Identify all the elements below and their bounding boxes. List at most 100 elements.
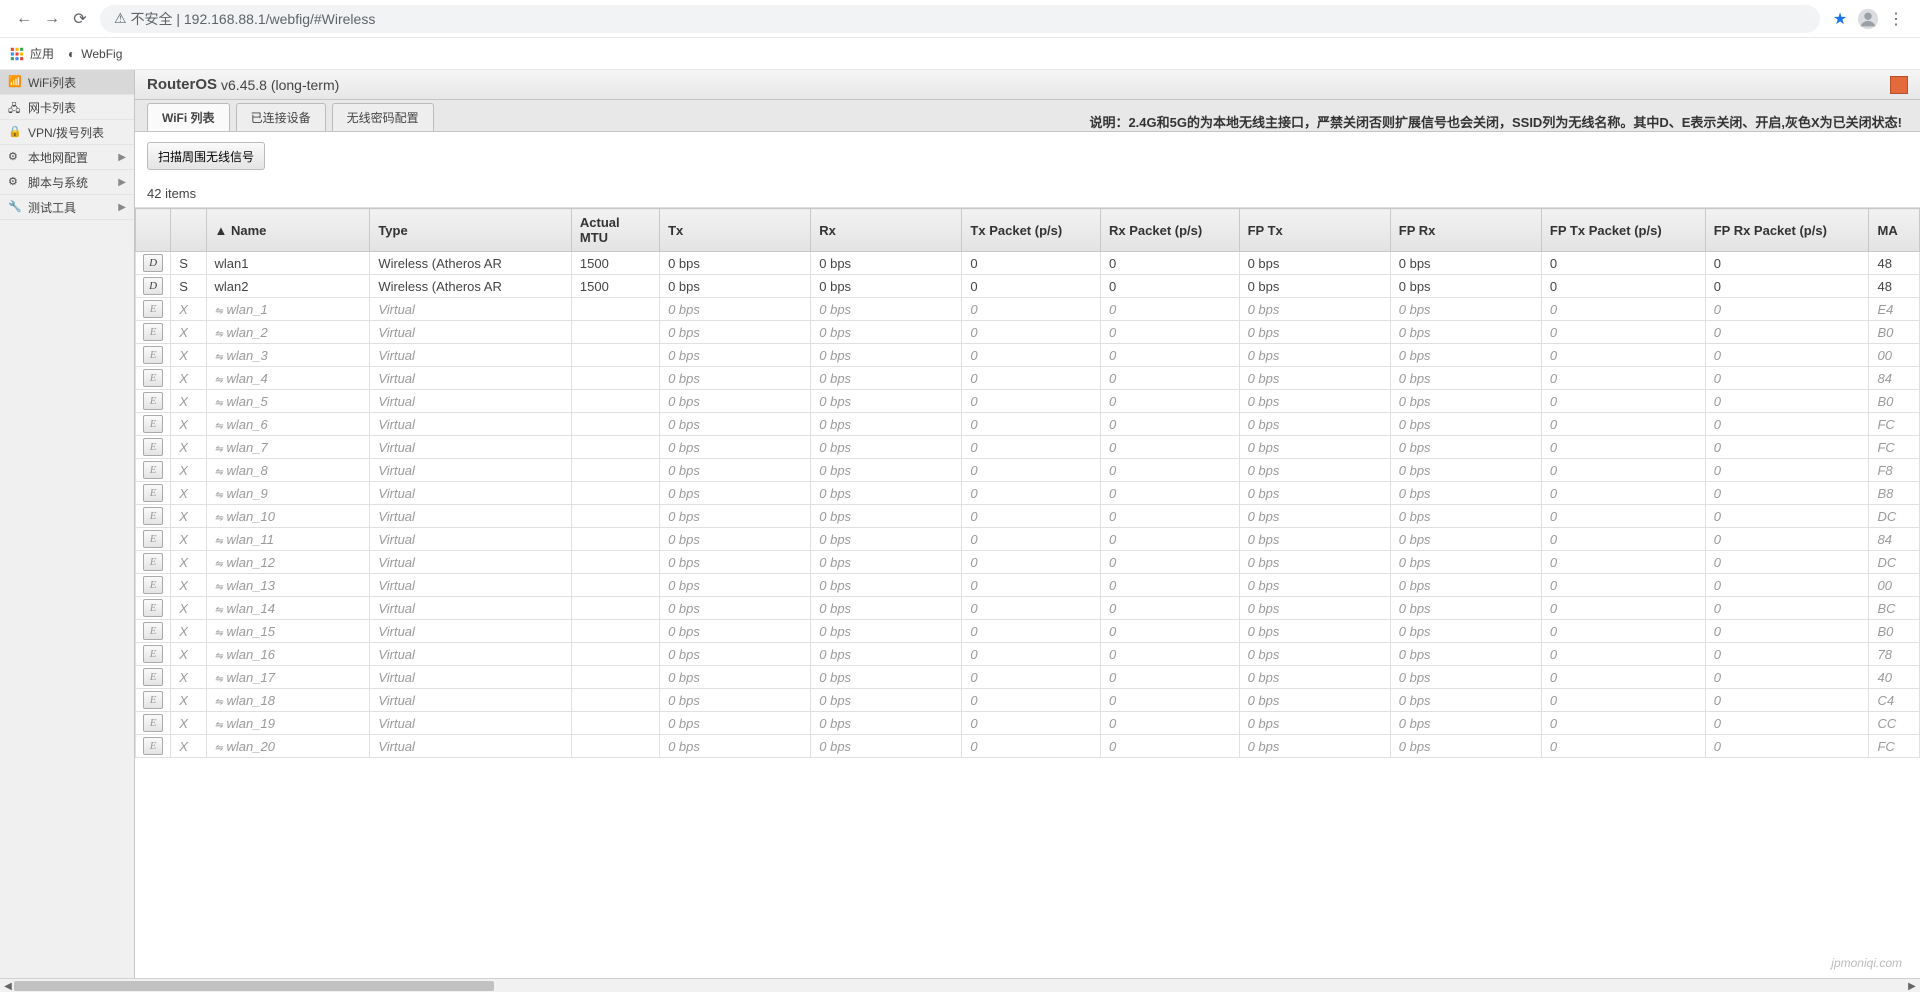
cell-ma: B0 <box>1869 620 1920 643</box>
table-row[interactable]: EX⇋ wlan_2Virtual0 bps0 bps000 bps0 bps0… <box>136 321 1920 344</box>
profile-icon[interactable] <box>1854 5 1882 33</box>
scroll-left-icon[interactable]: ◀ <box>2 980 14 992</box>
table-row[interactable]: EX⇋ wlan_4Virtual0 bps0 bps000 bps0 bps0… <box>136 367 1920 390</box>
sidebar-item-0[interactable]: 📶WiFi列表 <box>0 70 134 95</box>
col-header-3[interactable]: Type <box>370 209 572 252</box>
interface-table[interactable]: ▲ NameTypeActual MTUTxRxTx Packet (p/s)R… <box>135 208 1920 978</box>
table-row[interactable]: DSwlan1Wireless (Atheros AR15000 bps0 bp… <box>136 252 1920 275</box>
row-toggle-button[interactable]: E <box>143 507 163 525</box>
sidebar-icon: ⚙ <box>8 150 22 164</box>
reload-icon[interactable]: ⟳ <box>66 5 94 33</box>
star-icon[interactable]: ★ <box>1826 5 1854 33</box>
row-toggle-button[interactable]: E <box>143 369 163 387</box>
cell-mtu: 1500 <box>571 252 659 275</box>
table-row[interactable]: EX⇋ wlan_11Virtual0 bps0 bps000 bps0 bps… <box>136 528 1920 551</box>
cell-fprx: 0 bps <box>1390 551 1541 574</box>
col-header-2[interactable]: ▲ Name <box>206 209 370 252</box>
row-toggle-button[interactable]: E <box>143 645 163 663</box>
table-row[interactable]: DSwlan2Wireless (Atheros AR15000 bps0 bp… <box>136 275 1920 298</box>
row-toggle-button[interactable]: E <box>143 461 163 479</box>
apps-button[interactable]: 应用 <box>10 45 54 62</box>
tab-description: 说明：2.4G和5G的为本地无线主接口，严禁关闭否则扩展信号也会关闭，SSID列… <box>1089 112 1908 131</box>
cell-fptx: 0 bps <box>1239 390 1390 413</box>
sidebar-item-4[interactable]: ⚙脚本与系统▶ <box>0 170 134 195</box>
col-header-11[interactable]: FP Tx Packet (p/s) <box>1541 209 1705 252</box>
table-row[interactable]: EX⇋ wlan_5Virtual0 bps0 bps000 bps0 bps0… <box>136 390 1920 413</box>
cell-fptx: 0 bps <box>1239 689 1390 712</box>
col-header-9[interactable]: FP Tx <box>1239 209 1390 252</box>
row-toggle-button[interactable]: E <box>143 576 163 594</box>
cell-fptxp: 0 <box>1541 321 1705 344</box>
table-row[interactable]: EX⇋ wlan_17Virtual0 bps0 bps000 bps0 bps… <box>136 666 1920 689</box>
table-row[interactable]: EX⇋ wlan_3Virtual0 bps0 bps000 bps0 bps0… <box>136 344 1920 367</box>
menu-icon[interactable]: ⋮ <box>1882 5 1910 33</box>
row-toggle-button[interactable]: D <box>143 254 163 272</box>
cell-name: ⇋ wlan_8 <box>206 459 370 482</box>
cell-fprxp: 0 <box>1705 482 1869 505</box>
table-row[interactable]: EX⇋ wlan_13Virtual0 bps0 bps000 bps0 bps… <box>136 574 1920 597</box>
table-row[interactable]: EX⇋ wlan_15Virtual0 bps0 bps000 bps0 bps… <box>136 620 1920 643</box>
back-icon[interactable]: ← <box>10 5 38 33</box>
row-toggle-button[interactable]: E <box>143 438 163 456</box>
row-toggle-button[interactable]: E <box>143 484 163 502</box>
cell-txp: 0 <box>962 436 1101 459</box>
row-toggle-button[interactable]: D <box>143 277 163 295</box>
tab-2[interactable]: 无线密码配置 <box>332 103 434 131</box>
table-row[interactable]: EX⇋ wlan_12Virtual0 bps0 bps000 bps0 bps… <box>136 551 1920 574</box>
cell-fprx: 0 bps <box>1390 620 1541 643</box>
scrollbar-thumb[interactable] <box>14 981 494 991</box>
table-row[interactable]: EX⇋ wlan_10Virtual0 bps0 bps000 bps0 bps… <box>136 505 1920 528</box>
col-header-7[interactable]: Tx Packet (p/s) <box>962 209 1101 252</box>
row-toggle-button[interactable]: E <box>143 346 163 364</box>
cell-fprx: 0 bps <box>1390 252 1541 275</box>
col-header-12[interactable]: FP Rx Packet (p/s) <box>1705 209 1869 252</box>
sidebar-item-2[interactable]: 🔒VPN/拨号列表 <box>0 120 134 145</box>
row-toggle-button[interactable]: E <box>143 300 163 318</box>
row-toggle-button[interactable]: E <box>143 737 163 755</box>
col-header-6[interactable]: Rx <box>811 209 962 252</box>
forward-icon[interactable]: → <box>38 5 66 33</box>
bookmark-webfig[interactable]: ◐ WebFig <box>68 47 122 61</box>
header-help-icon[interactable] <box>1890 76 1908 94</box>
table-row[interactable]: EX⇋ wlan_20Virtual0 bps0 bps000 bps0 bps… <box>136 735 1920 758</box>
table-row[interactable]: EX⇋ wlan_14Virtual0 bps0 bps000 bps0 bps… <box>136 597 1920 620</box>
row-toggle-button[interactable]: E <box>143 714 163 732</box>
col-header-8[interactable]: Rx Packet (p/s) <box>1101 209 1240 252</box>
row-toggle-button[interactable]: E <box>143 622 163 640</box>
row-toggle-button[interactable]: E <box>143 530 163 548</box>
row-toggle-button[interactable]: E <box>143 415 163 433</box>
row-toggle-button[interactable]: E <box>143 553 163 571</box>
col-header-0[interactable] <box>136 209 171 252</box>
tab-0[interactable]: WiFi 列表 <box>147 103 230 131</box>
cell-fprx: 0 bps <box>1390 275 1541 298</box>
table-row[interactable]: EX⇋ wlan_9Virtual0 bps0 bps000 bps0 bps0… <box>136 482 1920 505</box>
table-row[interactable]: EX⇋ wlan_16Virtual0 bps0 bps000 bps0 bps… <box>136 643 1920 666</box>
table-row[interactable]: EX⇋ wlan_6Virtual0 bps0 bps000 bps0 bps0… <box>136 413 1920 436</box>
tab-1[interactable]: 已连接设备 <box>236 103 326 131</box>
table-row[interactable]: EX⇋ wlan_1Virtual0 bps0 bps000 bps0 bps0… <box>136 298 1920 321</box>
cell-type: Virtual <box>370 574 572 597</box>
sidebar-item-5[interactable]: 🔧测试工具▶ <box>0 195 134 220</box>
table-row[interactable]: EX⇋ wlan_7Virtual0 bps0 bps000 bps0 bps0… <box>136 436 1920 459</box>
horizontal-scrollbar[interactable]: ◀ ▶ <box>0 978 1920 992</box>
sidebar-item-1[interactable]: 🖧网卡列表 <box>0 95 134 120</box>
row-toggle-button[interactable]: E <box>143 392 163 410</box>
col-header-4[interactable]: Actual MTU <box>571 209 659 252</box>
cell-fprxp: 0 <box>1705 528 1869 551</box>
table-row[interactable]: EX⇋ wlan_8Virtual0 bps0 bps000 bps0 bps0… <box>136 459 1920 482</box>
col-header-10[interactable]: FP Rx <box>1390 209 1541 252</box>
cell-mtu: 1500 <box>571 275 659 298</box>
col-header-5[interactable]: Tx <box>660 209 811 252</box>
address-bar[interactable]: ⚠ 不安全 | 192.168.88.1/webfig/#Wireless <box>100 5 1820 33</box>
row-toggle-button[interactable]: E <box>143 323 163 341</box>
row-toggle-button[interactable]: E <box>143 668 163 686</box>
row-toggle-button[interactable]: E <box>143 599 163 617</box>
sidebar-item-3[interactable]: ⚙本地网配置▶ <box>0 145 134 170</box>
row-toggle-button[interactable]: E <box>143 691 163 709</box>
table-row[interactable]: EX⇋ wlan_18Virtual0 bps0 bps000 bps0 bps… <box>136 689 1920 712</box>
scroll-right-icon[interactable]: ▶ <box>1906 980 1918 992</box>
col-header-13[interactable]: MA <box>1869 209 1920 252</box>
table-row[interactable]: EX⇋ wlan_19Virtual0 bps0 bps000 bps0 bps… <box>136 712 1920 735</box>
scan-button[interactable]: 扫描周围无线信号 <box>147 142 265 170</box>
col-header-1[interactable] <box>171 209 206 252</box>
